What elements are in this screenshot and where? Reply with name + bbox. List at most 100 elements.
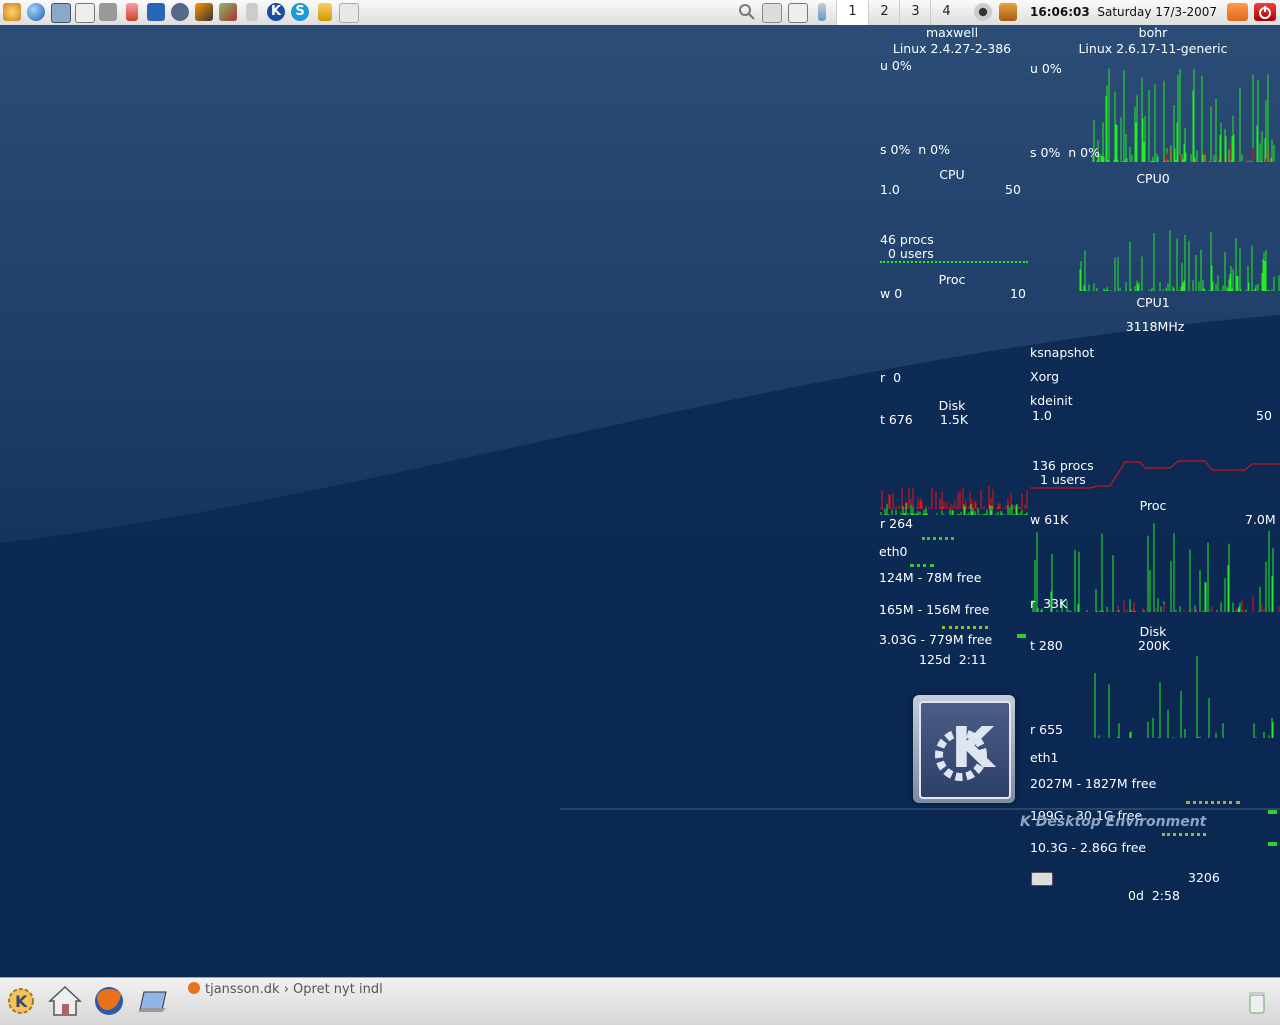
browser-icon[interactable] xyxy=(171,3,189,21)
filesystem-usage: 3.03G - 779M free xyxy=(879,632,993,647)
window-list-icon[interactable] xyxy=(51,3,71,23)
taskbar-item[interactable]: tjansson.dk › Opret nyt indl xyxy=(188,982,388,1002)
desktop-1-button[interactable]: 1 xyxy=(836,0,868,25)
memory-usage: 124M - 78M free xyxy=(879,570,982,585)
host-name: bohr xyxy=(1138,25,1168,40)
net-interface: eth0 xyxy=(879,544,908,559)
net-rate: r 655 xyxy=(1030,722,1063,737)
search-icon[interactable] xyxy=(738,3,756,21)
cpu-sys-nice: s 0% n 0% xyxy=(880,142,950,157)
desktop-4-button[interactable]: 4 xyxy=(930,0,962,25)
net-interface: eth1 xyxy=(1030,750,1059,765)
fs1-bar xyxy=(1186,801,1240,804)
battery-icon xyxy=(818,3,826,21)
printer-icon[interactable] xyxy=(99,3,117,21)
taskbar-item-label: tjansson.dk › Opret nyt indl xyxy=(205,982,383,997)
cpu-frequency: 3118MHz xyxy=(1125,319,1185,334)
bottom-panel: K tjansson.dk › Opret nyt indl xyxy=(0,977,1280,1025)
eye-icon[interactable] xyxy=(974,3,992,21)
cpu1-label: CPU1 xyxy=(1136,295,1170,310)
home-icon[interactable] xyxy=(48,984,82,1018)
top-process-3: kdeinit xyxy=(1030,393,1073,408)
wave-icon[interactable] xyxy=(195,3,213,21)
cpu-label: CPU xyxy=(939,167,965,182)
globe-icon[interactable] xyxy=(27,3,45,21)
kde-gear-icon[interactable]: K xyxy=(4,984,38,1018)
top-panel: K S 1 2 3 4 16:06:03 Saturday 17/3-2007 xyxy=(0,0,1280,26)
wallpaper xyxy=(0,315,1280,977)
wallet-icon[interactable] xyxy=(999,3,1017,21)
firefox-icon xyxy=(188,982,200,994)
magnifier-icon[interactable] xyxy=(75,3,95,23)
s-circle-icon[interactable]: S xyxy=(291,3,309,21)
kernel-version: Linux 2.4.27-2-386 xyxy=(892,41,1012,56)
clock[interactable]: 16:06:03 Saturday 17/3-2007 xyxy=(1030,0,1217,24)
kde-logo: K xyxy=(913,695,1015,803)
svg-text:K: K xyxy=(15,992,28,1011)
swap-usage: 165M - 156M free xyxy=(879,602,990,617)
kde-gear-icon: K xyxy=(935,716,997,781)
filesystem-2-usage: 10.3G - 2.86G free xyxy=(1030,840,1147,855)
mail-icon[interactable] xyxy=(1031,872,1053,886)
users-count: 0 users xyxy=(888,246,934,261)
uptime: 125d 2:11 xyxy=(919,652,987,667)
disk-read: r 33K xyxy=(1030,596,1068,611)
proc-w: w 0 xyxy=(880,286,903,301)
load-scale: 50 xyxy=(1256,408,1272,423)
proc-graph xyxy=(880,261,1028,263)
users-count: 1 users xyxy=(1040,472,1086,487)
memory-usage: 2027M - 1827M free xyxy=(1030,776,1157,791)
candle-icon[interactable] xyxy=(126,3,138,21)
procs-count: 136 procs xyxy=(1032,458,1094,473)
logout-icon[interactable] xyxy=(1254,3,1276,21)
cpu1-graph xyxy=(1079,230,1280,291)
note-icon[interactable] xyxy=(339,3,359,23)
top-process-1: ksnapshot xyxy=(1030,345,1095,360)
cpu-load: 1.0 xyxy=(880,182,900,197)
mem-bar xyxy=(910,564,934,567)
puzzle-icon[interactable] xyxy=(318,3,332,21)
disk-label: Disk xyxy=(938,398,966,413)
clock-date: Saturday 17/3-2007 xyxy=(1097,5,1218,19)
kde-menu-icon[interactable] xyxy=(3,3,21,21)
disk-label: Disk xyxy=(1139,624,1167,639)
load-value: 1.0 xyxy=(1032,408,1052,423)
kde-app-icon[interactable] xyxy=(147,3,165,21)
procs-count: 46 procs xyxy=(880,232,934,247)
fs-led xyxy=(1017,634,1026,638)
top-process-2: Xorg xyxy=(1030,369,1060,384)
k-circle-icon[interactable]: K xyxy=(267,3,285,21)
kde-logo-text: K Desktop Environment xyxy=(1020,814,1207,830)
fs2-led xyxy=(1268,842,1277,846)
desktop-3-button[interactable]: 3 xyxy=(899,0,931,25)
firefox-icon[interactable] xyxy=(92,984,126,1018)
trash-icon[interactable] xyxy=(1248,990,1266,1014)
uptime: 0d 2:58 xyxy=(1128,888,1180,903)
network-graph xyxy=(880,486,1028,515)
fs1-led xyxy=(1268,810,1277,814)
clock-time: 16:06:03 xyxy=(1030,5,1090,19)
zoom-icon[interactable] xyxy=(762,3,782,23)
laptop-icon[interactable] xyxy=(136,984,170,1018)
mail-count: 3206 xyxy=(1188,870,1220,885)
lamp-icon[interactable] xyxy=(246,3,258,21)
cpu-user: u 0% xyxy=(1030,61,1062,76)
desktop xyxy=(0,25,1280,977)
network-graph xyxy=(1094,656,1274,738)
disk-scale: 1.5K xyxy=(940,412,969,427)
fs2-bar xyxy=(1162,833,1206,836)
proc-label: Proc xyxy=(1139,498,1167,513)
net-led xyxy=(922,537,954,543)
clipboard-icon[interactable] xyxy=(788,3,808,23)
cpu-scale: 50 xyxy=(1005,182,1021,197)
cpu-user: u 0% xyxy=(880,58,912,73)
fs-bar xyxy=(942,626,988,629)
disk-read: r 0 xyxy=(880,370,902,385)
desktop-2-button[interactable]: 2 xyxy=(868,0,900,25)
svg-text:K: K xyxy=(951,716,997,781)
proc-label: Proc xyxy=(938,272,966,287)
folder-icon[interactable] xyxy=(219,3,237,21)
cpu0-label: CPU0 xyxy=(1136,171,1170,186)
lock-screen-icon[interactable] xyxy=(1227,3,1248,21)
disk-total: t 676 xyxy=(880,412,913,427)
